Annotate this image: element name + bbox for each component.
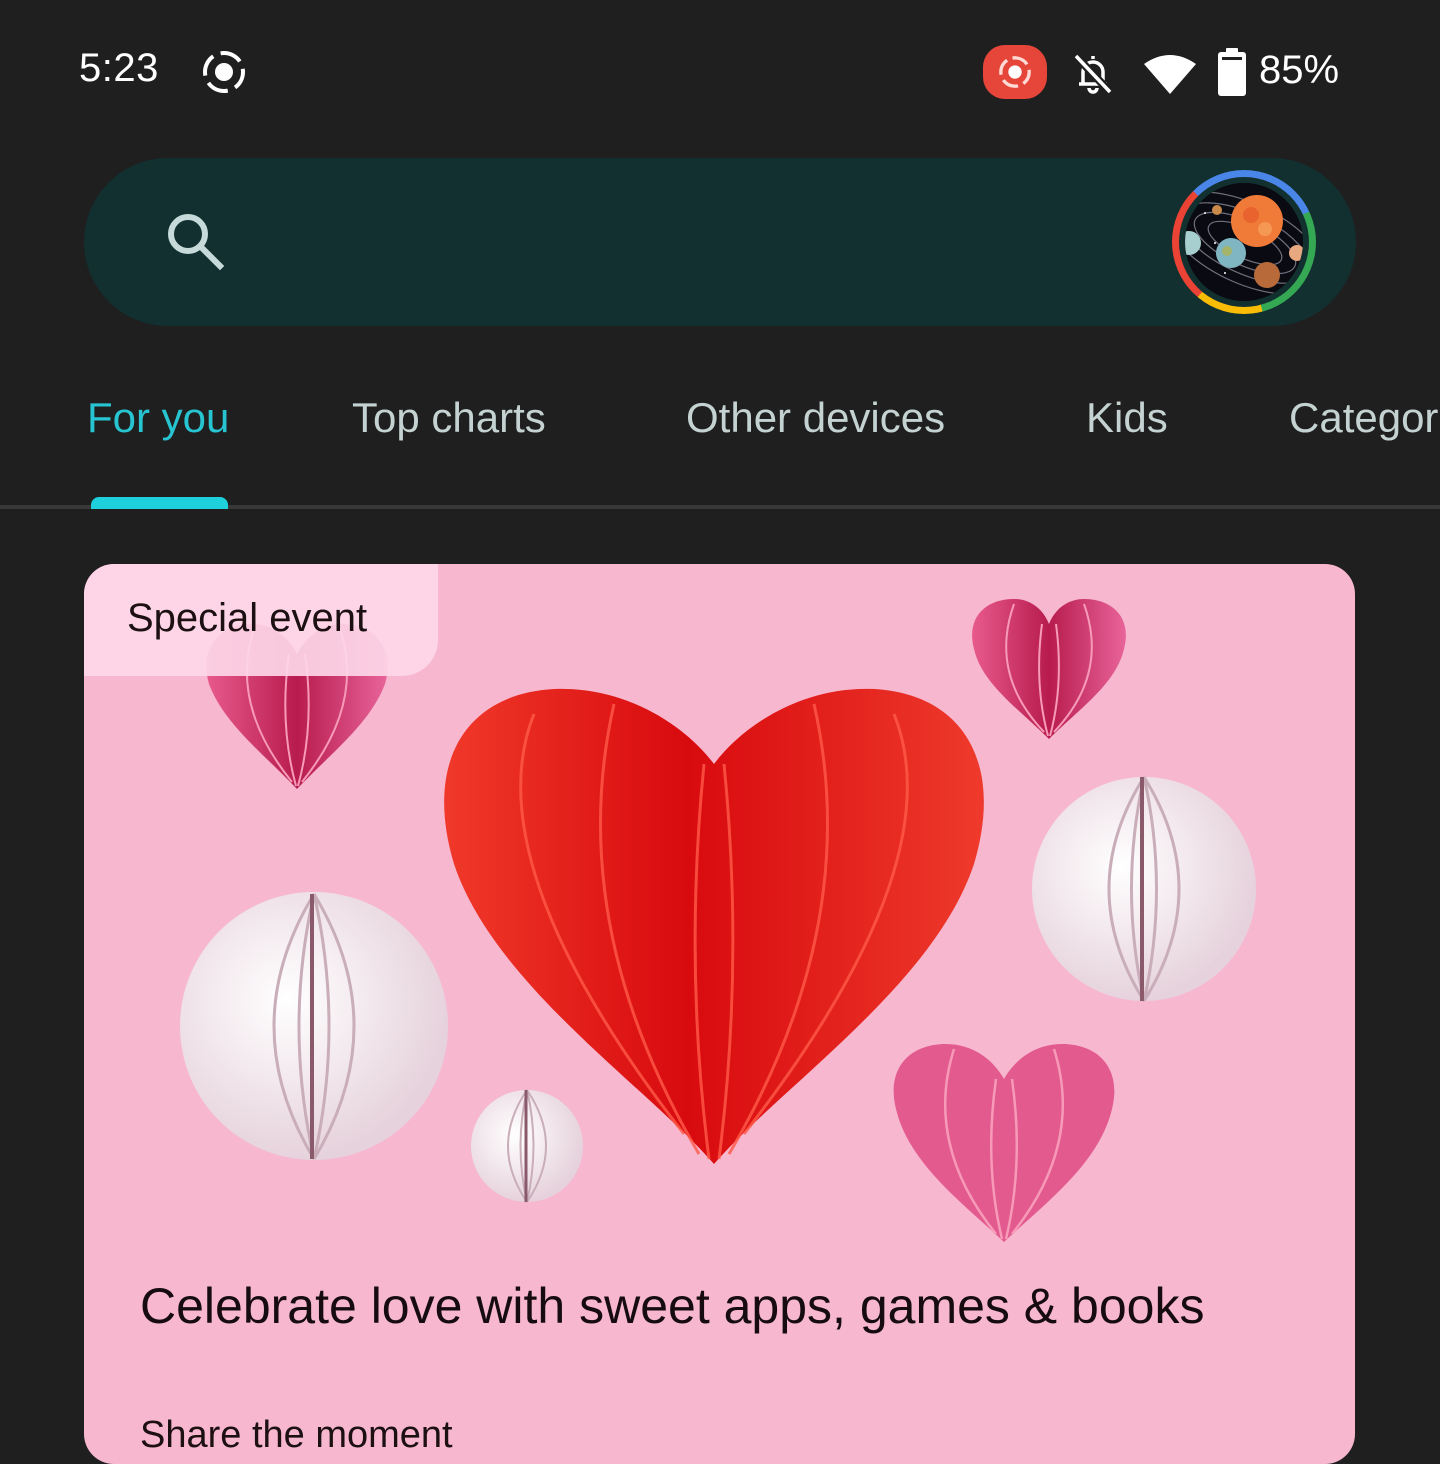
avatar-image bbox=[1185, 183, 1303, 301]
status-bar: 5:23 85% bbox=[0, 0, 1440, 140]
pink-heart-bottom-right bbox=[893, 1044, 1115, 1242]
planets-avatar-icon bbox=[1185, 183, 1303, 301]
tab-categories[interactable]: Categor bbox=[1289, 394, 1438, 442]
account-avatar[interactable] bbox=[1172, 170, 1316, 314]
tab-kids[interactable]: Kids bbox=[1086, 394, 1168, 442]
tab-other-devices[interactable]: Other devices bbox=[686, 394, 945, 442]
cast-recording-icon bbox=[999, 56, 1031, 88]
white-sphere-small bbox=[471, 1089, 583, 1203]
card-subtitle: Share the moment bbox=[140, 1414, 453, 1456]
tab-top-charts[interactable]: Top charts bbox=[352, 394, 546, 442]
wifi-icon bbox=[1144, 55, 1196, 94]
search-bar[interactable] bbox=[84, 158, 1356, 326]
white-sphere-right bbox=[1032, 776, 1256, 1002]
battery-icon bbox=[1218, 48, 1246, 96]
tab-bar: For you Top charts Other devices Kids Ca… bbox=[0, 360, 1440, 509]
featured-event-card[interactable]: Special event Celebrate love with sweet … bbox=[84, 564, 1355, 1464]
pink-heart-top-right bbox=[972, 599, 1126, 739]
tab-for-you[interactable]: For you bbox=[87, 394, 229, 442]
battery-percent: 85% bbox=[1259, 48, 1340, 92]
active-tab-indicator bbox=[91, 497, 228, 509]
white-sphere-left bbox=[180, 892, 448, 1160]
clock: 5:23 bbox=[79, 46, 159, 90]
badge-label: Special event bbox=[127, 596, 368, 640]
search-input[interactable] bbox=[254, 198, 1158, 288]
search-icon[interactable] bbox=[162, 208, 228, 274]
screen-record-icon bbox=[203, 51, 245, 93]
cast-recording-badge[interactable] bbox=[983, 45, 1047, 99]
notifications-off-icon bbox=[1073, 53, 1113, 95]
card-title: Celebrate love with sweet apps, games & … bbox=[140, 1278, 1205, 1334]
special-event-badge: Special event bbox=[84, 564, 438, 676]
